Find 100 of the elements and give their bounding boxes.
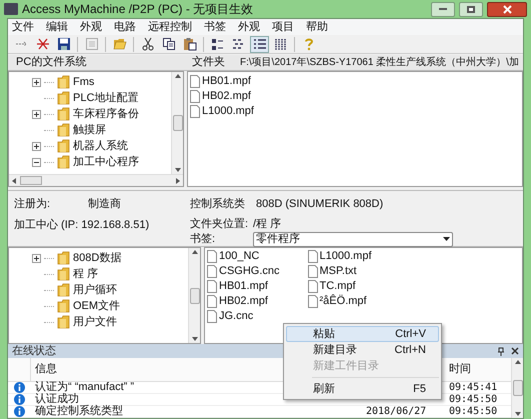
tree-item[interactable]: Fms	[73, 74, 94, 90]
close-icon	[502, 4, 512, 14]
file-icon	[190, 90, 200, 103]
file-icon	[308, 295, 318, 308]
folder-icon	[57, 155, 70, 169]
expand-icon[interactable]	[32, 110, 40, 118]
disconnect-icon	[36, 37, 50, 51]
file-icon	[207, 265, 217, 278]
scroll-down-icon[interactable]	[514, 412, 520, 416]
file-item[interactable]: L1000.mpf	[202, 103, 254, 120]
menu-item[interactable]: 刷新 F5	[286, 381, 439, 397]
file-icon	[308, 280, 318, 293]
tree-item[interactable]: 用户文件	[73, 314, 117, 330]
tree-item[interactable]: 车床程序备份	[73, 106, 139, 122]
file-item[interactable]: MSP.txt	[320, 263, 357, 280]
info-label: 控制系统类	[190, 196, 246, 212]
table-cell-text: 确定控制系统类型	[35, 404, 123, 419]
file-item[interactable]: CSGHG.cnc	[219, 263, 280, 280]
file-item[interactable]: HB01.mpf	[202, 73, 251, 90]
tree-item[interactable]: 机器人系统	[73, 138, 128, 154]
scrollbar[interactable]	[511, 358, 523, 418]
folder-path: F:\项目\2017年\SZBS-Y17061 柔性生产线系统（中州大学）\加	[240, 56, 519, 70]
pane-title: 在线状态	[12, 344, 56, 359]
caret-icon	[443, 237, 450, 242]
info-value: 制造商	[88, 196, 121, 212]
menu-item[interactable]: 书签	[204, 18, 226, 36]
info-label: 注册为:	[14, 196, 52, 212]
collapse-icon[interactable]	[32, 158, 40, 166]
file-icon	[190, 75, 200, 88]
menu-item[interactable]: 新建目录 Ctrl+N	[286, 342, 439, 358]
expand-icon[interactable]	[32, 78, 40, 86]
expand-icon[interactable]	[32, 142, 40, 150]
folder-icon	[57, 267, 70, 281]
file-item[interactable]: HB02.mpf	[219, 293, 268, 310]
tree-item[interactable]: 808D数据	[73, 250, 122, 266]
file-item[interactable]: HB02.mpf	[202, 88, 251, 105]
folder-icon	[57, 299, 70, 313]
expand-icon[interactable]	[32, 254, 40, 262]
menu-item[interactable]: 电路	[114, 18, 136, 36]
tree-item[interactable]: OEM文件	[73, 298, 120, 314]
details-view-icon	[274, 37, 288, 51]
close-icon[interactable]	[511, 347, 519, 355]
maximize-button[interactable]	[459, 2, 483, 16]
scrollbar[interactable]	[9, 174, 183, 186]
scissors-icon	[140, 37, 154, 51]
file-item[interactable]: 100_NC	[219, 248, 260, 265]
menu-item[interactable]: 帮助	[306, 18, 328, 36]
scroll-up-icon[interactable]	[514, 360, 520, 364]
info-label: 文件夹位置:	[190, 216, 250, 232]
file-item[interactable]: L1000.mpf	[320, 248, 372, 265]
folder-icon	[57, 107, 70, 121]
file-item[interactable]: ²åÊÖ.mpf	[320, 293, 367, 310]
machine-name: 加工中心 (IP: 192.168.8.51)	[14, 218, 150, 232]
toolbar-button[interactable]	[250, 36, 269, 52]
info-value: /程 序	[253, 216, 282, 232]
file-icon	[207, 295, 217, 308]
menu-item[interactable]: 外观	[80, 18, 102, 36]
scrollbar[interactable]	[188, 248, 200, 343]
scroll-up-icon[interactable]	[192, 250, 198, 254]
folder-label: 文件夹	[191, 54, 226, 70]
file-item[interactable]: HB01.mpf	[219, 278, 268, 295]
small-icons-icon	[232, 37, 246, 51]
folder-icon	[112, 37, 126, 51]
file-icon	[190, 105, 200, 118]
pin-icon[interactable]	[497, 346, 505, 356]
scroll-thumb[interactable]	[512, 380, 522, 396]
minimize-button[interactable]	[431, 2, 455, 16]
close-button[interactable]	[487, 2, 527, 16]
menu-item[interactable]: 项目	[272, 18, 294, 36]
file-item[interactable]: TC.mpf	[320, 278, 356, 295]
menu-item[interactable]: 远程控制	[148, 18, 192, 36]
file-item[interactable]: JG.cnc	[219, 308, 254, 325]
tree-item[interactable]: 程 序	[73, 266, 98, 282]
tree-item[interactable]: 用户循环	[73, 282, 117, 298]
folder-icon	[57, 123, 70, 137]
scroll-left-icon[interactable]	[12, 178, 16, 184]
list-view-icon	[252, 37, 266, 51]
bookmark-dropdown[interactable]: 零件程序	[253, 232, 453, 247]
file-icon	[207, 280, 217, 293]
menu-item[interactable]: 编辑	[46, 18, 68, 36]
info-value: 808D (SINUMERIK 808D)	[256, 197, 384, 212]
folder-icon	[57, 75, 70, 89]
window-title: Access MyMachine /P2P (PC) - 无项目生效	[22, 1, 254, 18]
menu-item[interactable]: 外观	[238, 18, 260, 36]
scroll-thumb[interactable]	[190, 288, 200, 304]
scroll-right-icon[interactable]	[176, 178, 180, 184]
tree-item[interactable]: 加工中心程序	[73, 154, 139, 170]
scroll-thumb[interactable]	[172, 115, 182, 131]
column-header[interactable]: 时间	[445, 361, 471, 378]
tree-item[interactable]: 触摸屏	[73, 122, 106, 138]
scroll-thumb[interactable]	[20, 176, 42, 185]
menu-item[interactable]: 粘贴 Ctrl+V	[286, 326, 439, 342]
tree-item[interactable]: PLC地址配置	[73, 90, 138, 106]
menu-item[interactable]: 文件	[12, 18, 34, 36]
scrollbar[interactable]	[171, 72, 183, 174]
scroll-down-icon[interactable]	[192, 337, 198, 341]
table-cell-text: 认证成功	[35, 392, 79, 406]
scroll-down-icon[interactable]	[174, 168, 180, 172]
scroll-up-icon[interactable]	[174, 74, 180, 78]
table-cell-text: 09:45:50	[448, 405, 498, 419]
